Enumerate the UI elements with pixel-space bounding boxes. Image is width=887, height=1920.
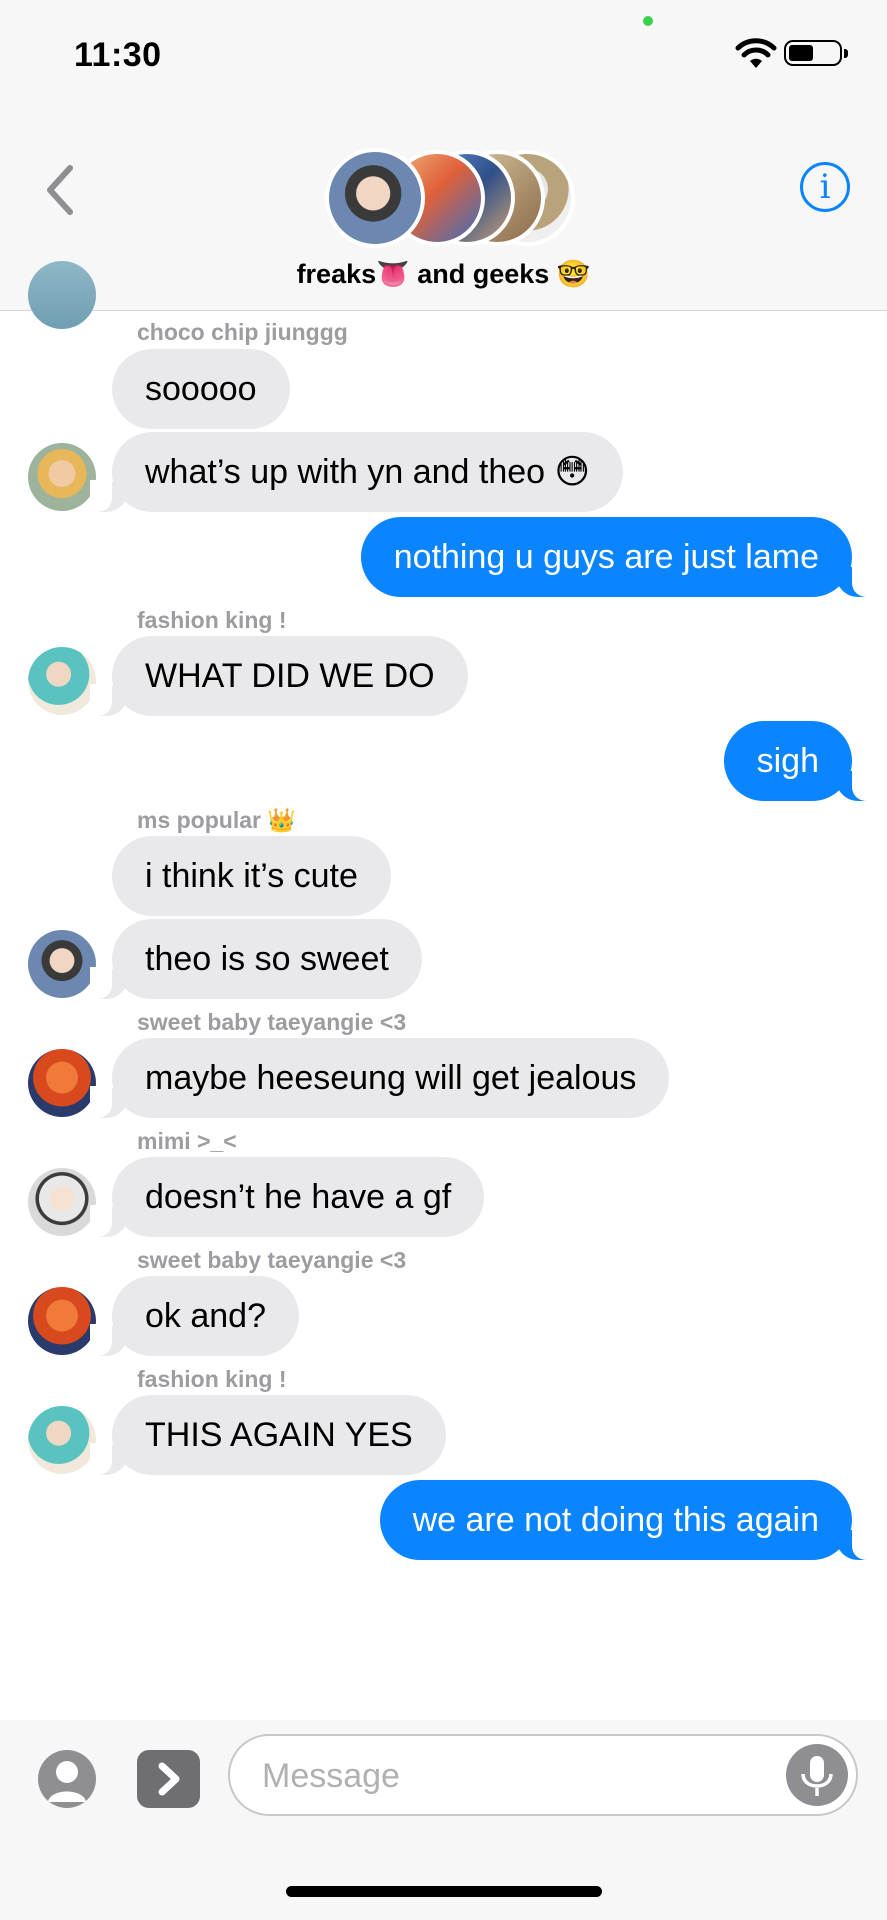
message-bubble[interactable]: what’s up with yn and theo 😳 xyxy=(90,432,623,512)
camera-in-use-indicator xyxy=(643,16,653,26)
sender-name: sweet baby taeyangie <3 xyxy=(137,1009,407,1035)
sender-name: choco chip jiunggg xyxy=(137,319,348,345)
message-bubble[interactable]: i think it’s cute xyxy=(112,836,391,916)
group-avatar-main xyxy=(325,148,425,248)
dictation-button[interactable] xyxy=(786,1744,848,1806)
avatar xyxy=(28,1287,96,1355)
avatar xyxy=(28,647,96,715)
message-bubble[interactable]: maybe heeseung will get jealous xyxy=(89,1038,670,1118)
message-field[interactable] xyxy=(228,1734,858,1816)
avatar xyxy=(28,1406,96,1474)
message-bubble[interactable]: doesn’t he have a gf xyxy=(89,1157,485,1237)
app-drawer-button[interactable] xyxy=(137,1750,200,1808)
contact-button[interactable] xyxy=(38,1750,96,1808)
home-indicator[interactable] xyxy=(286,1886,602,1897)
back-chevron-icon[interactable] xyxy=(40,160,80,220)
avatar xyxy=(28,443,96,511)
chevron-right-icon xyxy=(158,1762,180,1796)
message-bubble[interactable]: sooooo xyxy=(112,349,290,429)
compose-bar xyxy=(0,1720,887,1920)
wifi-icon xyxy=(735,38,777,68)
message-bubble-outgoing[interactable]: nothing u guys are just lame xyxy=(360,517,875,597)
conversation-header: freaks👅 and geeks 🤓 i xyxy=(0,110,887,311)
message-bubble[interactable]: THIS AGAIN YES xyxy=(90,1395,446,1475)
avatar xyxy=(28,1168,96,1236)
battery-icon xyxy=(784,40,852,70)
avatar xyxy=(28,1049,96,1117)
message-bubble[interactable]: theo is so sweet xyxy=(90,919,422,999)
message-bubble-outgoing[interactable]: sigh xyxy=(723,721,875,801)
status-time: 11:30 xyxy=(74,36,162,74)
person-icon xyxy=(48,1761,86,1802)
sender-name: mimi >_< xyxy=(137,1128,237,1154)
message-bubble[interactable]: WHAT DID WE DO xyxy=(90,636,468,716)
group-name[interactable]: freaks👅 and geeks 🤓 xyxy=(0,258,887,290)
message-bubble-outgoing[interactable]: we are not doing this again xyxy=(379,1480,875,1560)
avatar xyxy=(28,261,96,329)
sender-name: fashion king ! xyxy=(137,607,287,633)
info-icon[interactable]: i xyxy=(800,162,850,212)
sender-name: ms popular 👑 xyxy=(137,807,296,833)
sender-name: fashion king ! xyxy=(137,1366,287,1392)
message-bubble[interactable]: ok and? xyxy=(90,1276,299,1356)
microphone-icon xyxy=(801,1756,833,1796)
message-input[interactable] xyxy=(260,1736,764,1816)
avatar xyxy=(28,930,96,998)
group-avatar-stack[interactable] xyxy=(325,148,575,250)
status-bar: 11:30 xyxy=(0,0,887,110)
sender-name: sweet baby taeyangie <3 xyxy=(137,1247,407,1273)
